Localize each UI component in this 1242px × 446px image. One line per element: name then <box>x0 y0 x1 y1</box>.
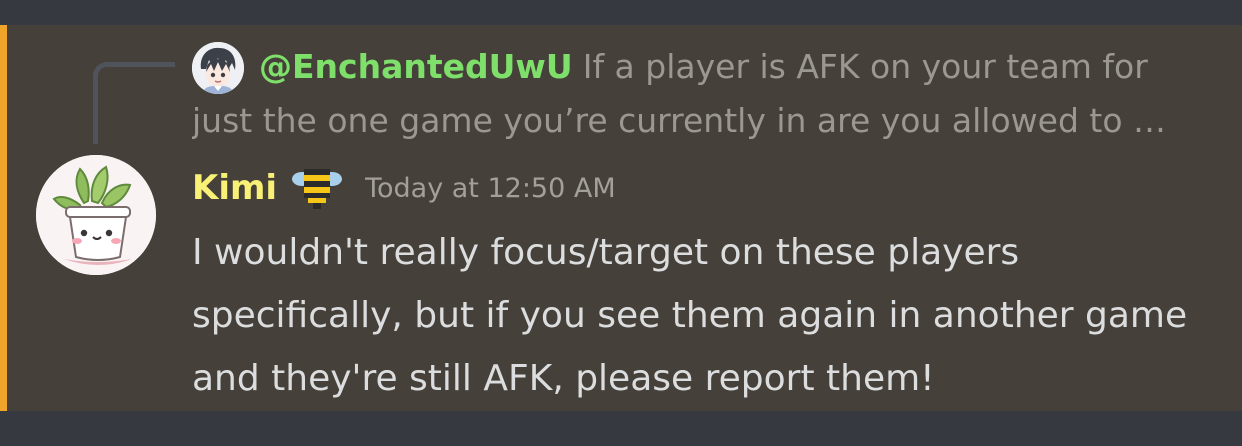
message-header: Kimi Today at 12:50 AM <box>192 163 616 213</box>
reply-author-mention[interactable]: @EnchantedUwU <box>259 47 573 86</box>
reply-avatar[interactable] <box>192 42 244 94</box>
reply-reference[interactable]: @EnchantedUwU If a player is AFK on your … <box>192 40 1192 148</box>
bee-icon[interactable] <box>289 165 345 211</box>
mention-highlight-bar <box>0 25 7 411</box>
reply-connector <box>93 62 175 144</box>
reply-preview: @EnchantedUwU If a player is AFK on your … <box>192 40 1182 148</box>
avatar[interactable] <box>36 155 156 275</box>
chat-view: @EnchantedUwU If a player is AFK on your … <box>0 0 1242 446</box>
timestamp: Today at 12:50 AM <box>365 172 616 204</box>
username[interactable]: Kimi <box>192 168 277 208</box>
chat-message[interactable]: @EnchantedUwU If a player is AFK on your … <box>0 25 1242 411</box>
message-content: I wouldn't really focus/target on these … <box>192 232 1188 399</box>
